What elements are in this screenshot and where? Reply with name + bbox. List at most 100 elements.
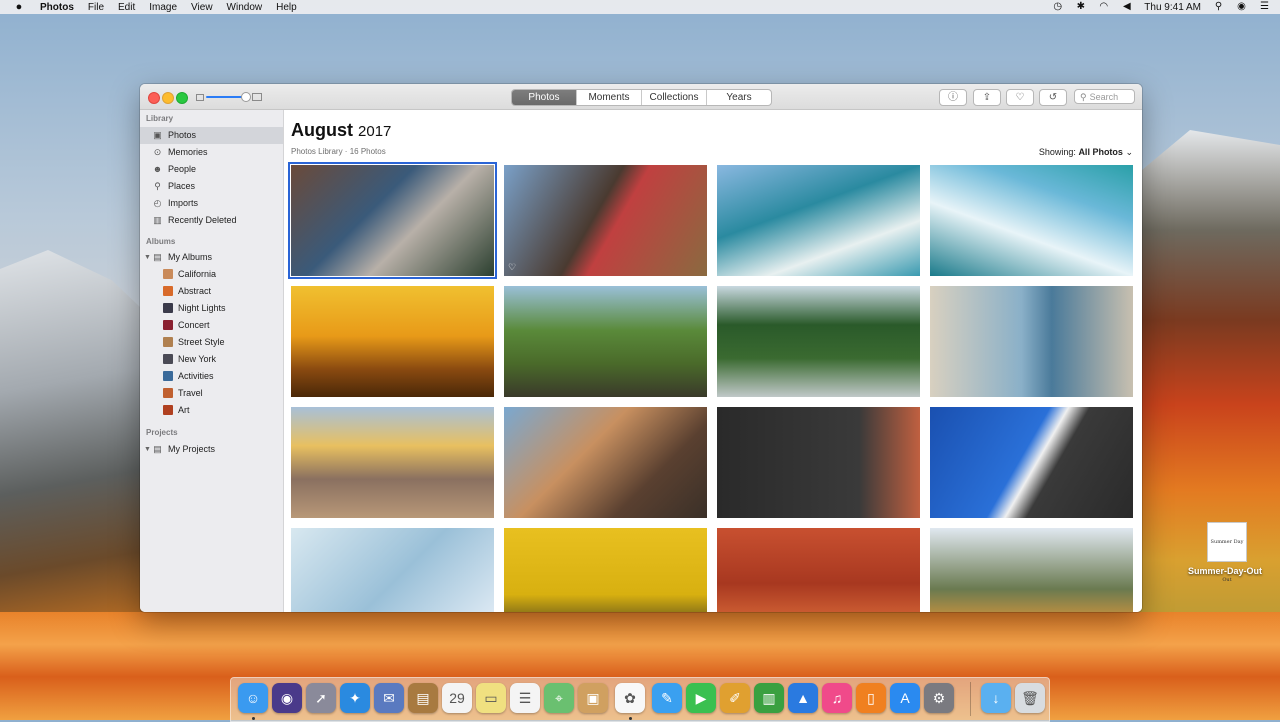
dock-numbers-icon[interactable]: ▥ xyxy=(754,683,784,713)
sidebar-item-people[interactable]: ☻ People xyxy=(140,161,283,178)
photo-thumbnail[interactable]: ♡ xyxy=(504,165,707,276)
dock-launchpad-icon[interactable]: ➚ xyxy=(306,683,336,713)
dock-downloads-folder-icon[interactable]: ↓ xyxy=(981,683,1011,713)
dock-preview-icon[interactable]: ▣ xyxy=(578,683,608,713)
menu-app-photos[interactable]: Photos xyxy=(40,2,74,13)
sidebar-album-abstract[interactable]: Abstract xyxy=(140,283,283,300)
sidebar-album-new-york[interactable]: New York xyxy=(140,351,283,368)
photo-thumbnail[interactable] xyxy=(930,407,1133,518)
sidebar-item-label: California xyxy=(178,269,217,279)
photo-thumbnail[interactable] xyxy=(717,407,920,518)
menu-clock[interactable]: Thu 9:41 AM xyxy=(1144,2,1201,13)
dock-itunes-icon[interactable]: ♫ xyxy=(822,683,852,713)
apple-menu-icon[interactable]: ● xyxy=(12,1,26,13)
dock-system-preferences-icon[interactable]: ⚙ xyxy=(924,683,954,713)
menu-window[interactable]: Window xyxy=(227,2,263,13)
menu-edit[interactable]: Edit xyxy=(118,2,135,13)
sidebar-item-my-projects[interactable]: ▼ ▤ My Projects xyxy=(140,441,283,458)
showing-filter[interactable]: Showing: All Photos ⌄ xyxy=(1039,147,1133,158)
menu-view[interactable]: View xyxy=(191,2,213,13)
search-field[interactable]: ⚲ Search xyxy=(1074,89,1135,104)
photo-thumbnail[interactable] xyxy=(717,165,920,276)
zoom-slider-track[interactable] xyxy=(206,96,246,98)
share-icon: ⇪ xyxy=(982,92,992,103)
sidebar-item-places[interactable]: ⚲ Places xyxy=(140,178,283,195)
tab-years[interactable]: Years xyxy=(706,90,771,105)
dock-app-store-icon[interactable]: A xyxy=(890,683,920,713)
search-magnifier-icon: ⚲ xyxy=(1080,92,1087,102)
menu-image[interactable]: Image xyxy=(149,2,177,13)
photo-thumbnail[interactable] xyxy=(288,162,497,279)
favorite-heart-icon[interactable]: ♡ xyxy=(508,262,516,273)
photo-thumbnail[interactable] xyxy=(291,407,494,518)
zoom-out-icon xyxy=(196,94,204,101)
fullscreen-button[interactable] xyxy=(176,92,188,104)
dock-trash-icon[interactable]: 🗑 xyxy=(1015,683,1045,713)
dock-reminders-icon[interactable]: ☰ xyxy=(510,683,540,713)
dock-safari-icon[interactable]: ✦ xyxy=(340,683,370,713)
tab-collections[interactable]: Collections xyxy=(641,90,706,105)
dock-mail-stamp-icon[interactable]: ✉ xyxy=(374,683,404,713)
sidebar-album-art[interactable]: Art xyxy=(140,402,283,419)
volume-icon[interactable]: ◀ xyxy=(1121,2,1132,12)
dock-maps-icon[interactable]: ⌖ xyxy=(544,683,574,713)
dock-keynote-pages-icon[interactable]: ✐ xyxy=(720,683,750,713)
photo-thumbnail[interactable] xyxy=(291,528,494,612)
photo-thumbnail[interactable] xyxy=(291,286,494,397)
dock-calendar-icon[interactable]: 29 xyxy=(442,683,472,713)
dock-messages-icon[interactable]: ✎ xyxy=(652,683,682,713)
disclosure-triangle-icon[interactable]: ▼ xyxy=(144,249,151,266)
close-button[interactable] xyxy=(148,92,160,104)
chevron-down-icon: ⌄ xyxy=(1125,147,1133,157)
minimize-button[interactable] xyxy=(162,92,174,104)
dock-ibooks-icon[interactable]: ▯ xyxy=(856,683,886,713)
dock: ☺ ◉ ➚ ✦ ✉ ▤ 29 ▭ ☰ ⌖ ▣ ✿ ✎ ▶ ✐ ▥ ▲ ♫ ▯ A ⚙ ↓ 🗑 xyxy=(230,677,1050,722)
dock-facetime-icon[interactable]: ▶ xyxy=(686,683,716,713)
photo-thumbnail[interactable] xyxy=(504,286,707,397)
sidebar-album-night-lights[interactable]: Night Lights xyxy=(140,300,283,317)
photo-thumbnail[interactable] xyxy=(504,407,707,518)
rotate-icon: ↺ xyxy=(1048,92,1058,103)
menu-file[interactable]: File xyxy=(88,2,104,13)
sidebar-item-imports[interactable]: ◴ Imports xyxy=(140,195,283,212)
user-icon[interactable]: ◉ xyxy=(1236,2,1247,12)
zoom-slider-thumb[interactable] xyxy=(241,92,251,102)
photo-thumbnail[interactable] xyxy=(930,528,1133,612)
sidebar-item-recently-deleted[interactable]: ▥ Recently Deleted xyxy=(140,212,283,229)
time-machine-icon[interactable]: ◷ xyxy=(1052,2,1063,12)
sidebar-item-memories[interactable]: ⊙ Memories xyxy=(140,144,283,161)
bluetooth-icon[interactable]: ✱ xyxy=(1075,2,1086,12)
dock-notes-book-icon[interactable]: ▤ xyxy=(408,683,438,713)
sidebar-item-my-albums[interactable]: ▼ ▤ My Albums xyxy=(140,249,283,266)
disclosure-triangle-icon[interactable]: ▼ xyxy=(144,441,151,458)
photo-thumbnail[interactable] xyxy=(717,528,920,612)
sidebar-album-travel[interactable]: Travel xyxy=(140,385,283,402)
tab-photos[interactable]: Photos xyxy=(512,90,576,105)
desktop-file-label[interactable]: Summer-Day-Out xyxy=(1180,566,1270,576)
photo-thumbnail[interactable] xyxy=(504,528,707,612)
share-button[interactable]: ⇪ xyxy=(973,89,1001,106)
photo-thumbnail[interactable] xyxy=(717,286,920,397)
sidebar-album-concert[interactable]: Concert xyxy=(140,317,283,334)
sidebar-item-label: Concert xyxy=(178,320,210,330)
sidebar-album-california[interactable]: California xyxy=(140,266,283,283)
wifi-icon[interactable]: ◠ xyxy=(1098,2,1109,12)
desktop-file-thumbnail[interactable]: Summer Day Out xyxy=(1207,522,1247,583)
notifications-icon[interactable]: ☰ xyxy=(1259,2,1270,12)
dock-keynote-icon[interactable]: ▲ xyxy=(788,683,818,713)
tab-moments[interactable]: Moments xyxy=(576,90,641,105)
photo-thumbnail[interactable] xyxy=(930,165,1133,276)
sidebar-album-street-style[interactable]: Street Style xyxy=(140,334,283,351)
dock-finder-icon[interactable]: ☺ xyxy=(238,683,268,713)
sidebar-item-photos[interactable]: ▣ Photos xyxy=(140,127,283,144)
favorite-button[interactable]: ♡ xyxy=(1006,89,1034,106)
rotate-button[interactable]: ↺ xyxy=(1039,89,1067,106)
dock-stickies-icon[interactable]: ▭ xyxy=(476,683,506,713)
menu-help[interactable]: Help xyxy=(276,2,297,13)
dock-photos-icon[interactable]: ✿ xyxy=(615,683,645,713)
search-icon[interactable]: ⚲ xyxy=(1213,2,1224,12)
photo-thumbnail[interactable] xyxy=(930,286,1133,397)
info-button[interactable]: ⓘ xyxy=(939,89,967,106)
sidebar-album-activities[interactable]: Activities xyxy=(140,368,283,385)
dock-siri-icon[interactable]: ◉ xyxy=(272,683,302,713)
